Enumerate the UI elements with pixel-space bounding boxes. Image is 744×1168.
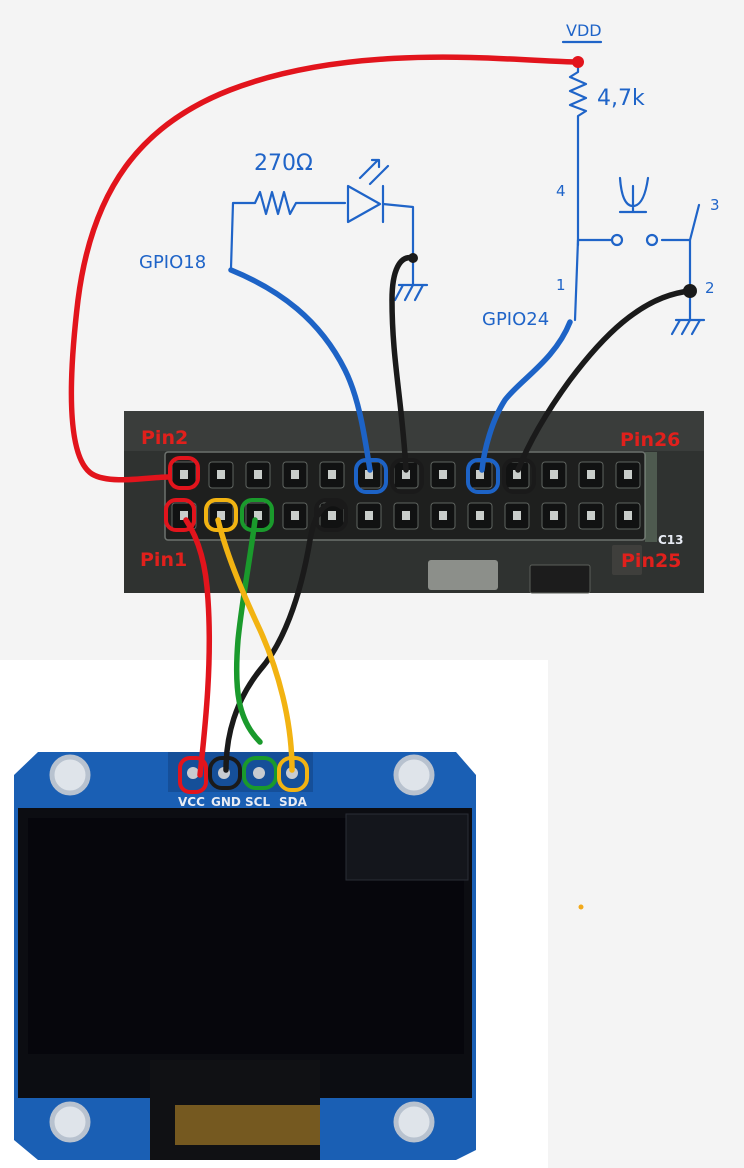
header-pin-7 xyxy=(291,511,299,520)
header-pin-6 xyxy=(254,470,262,479)
button-pin-4-label: 4 xyxy=(556,182,566,200)
header-pin-2 xyxy=(180,470,188,479)
header-pin-4 xyxy=(217,470,225,479)
vdd-label: VDD xyxy=(566,21,602,40)
header-pin-23 xyxy=(587,511,595,520)
header-pin-16 xyxy=(439,470,447,479)
gpio18-label: GPIO18 xyxy=(139,252,206,273)
oled-pin-vcc xyxy=(187,767,199,779)
oled-module: VCC GND SCL SDA xyxy=(14,752,476,1160)
oled-label-gnd: GND xyxy=(211,795,241,809)
header-pin-25 xyxy=(624,511,632,520)
header-pin-13 xyxy=(402,511,410,520)
header-pin-26 xyxy=(624,470,632,479)
header-pin-21 xyxy=(550,511,558,520)
oled-label-vcc: VCC xyxy=(178,795,205,809)
oled-mount-hole-bl xyxy=(49,1101,91,1143)
header-pin-15 xyxy=(439,511,447,520)
header-pin-22 xyxy=(550,470,558,479)
oled-mount-hole-br xyxy=(393,1101,435,1143)
button-pin-1-label: 1 xyxy=(556,276,566,294)
oled-screen-tab xyxy=(345,813,469,881)
board-component xyxy=(428,560,498,590)
header-pin-9 xyxy=(328,511,336,520)
pin2-label: Pin2 xyxy=(141,427,188,449)
pullup-resistor-label: 4,7k xyxy=(597,86,645,111)
oled-mount-hole-tl xyxy=(49,754,91,796)
oled-label-scl: SCL xyxy=(245,795,270,809)
header-pin-24 xyxy=(587,470,595,479)
pin26-label: Pin26 xyxy=(620,429,680,451)
pin1-label: Pin1 xyxy=(140,549,187,571)
led-resistor-label: 270Ω xyxy=(254,151,313,176)
gpio24-label: GPIO24 xyxy=(482,309,549,330)
led-ground-node xyxy=(408,253,418,263)
board-component-2 xyxy=(529,564,591,594)
pin25-label: Pin25 xyxy=(621,550,681,572)
wiring-diagram: VDD 4,7k 270Ω GPIO18 GPIO24 4 1 3 2 C13 … xyxy=(0,0,744,1168)
canvas-background-right xyxy=(548,660,744,1168)
header-pin-11 xyxy=(365,511,373,520)
oled-label-sda: SDA xyxy=(279,795,308,809)
vdd-node xyxy=(572,56,584,68)
button-pin-3-label: 3 xyxy=(710,196,720,214)
oled-ribbon-gold xyxy=(175,1105,320,1145)
button-pin-2-label: 2 xyxy=(705,279,715,297)
header-pin-19 xyxy=(513,511,521,520)
header-pin-10 xyxy=(328,470,336,479)
oled-pin-scl xyxy=(253,767,265,779)
header-pin-8 xyxy=(291,470,299,479)
board-header-strip xyxy=(124,411,704,451)
button-ground-node xyxy=(683,284,697,298)
stray-dot xyxy=(578,904,584,910)
header-pin-17 xyxy=(476,511,484,520)
board-marking: C13 xyxy=(658,533,684,547)
oled-mount-hole-tr xyxy=(393,754,435,796)
board-silk-line xyxy=(645,452,657,542)
